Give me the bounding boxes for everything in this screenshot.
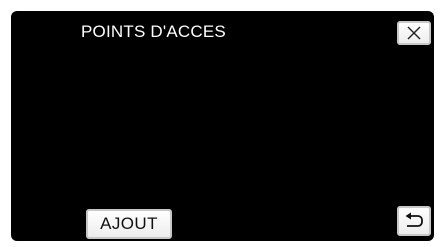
access-points-panel: [11, 11, 434, 241]
close-icon: [399, 23, 429, 43]
close-button[interactable]: [397, 21, 431, 45]
back-button[interactable]: [397, 206, 431, 236]
return-arrow-icon: [399, 208, 429, 234]
camera-screen: POINTS D'ACCES AJOUT: [0, 0, 441, 247]
page-title: POINTS D'ACCES: [81, 22, 226, 41]
add-button[interactable]: AJOUT: [86, 209, 172, 239]
